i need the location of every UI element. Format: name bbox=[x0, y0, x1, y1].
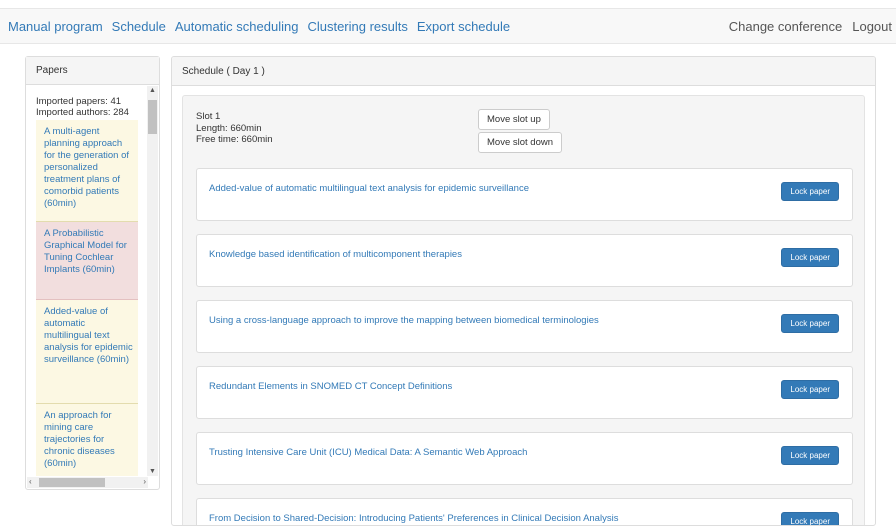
slot-container: Slot 1 Length: 660min Free time: 660min … bbox=[182, 95, 865, 525]
move-slot-up-button[interactable]: Move slot up bbox=[478, 109, 550, 130]
vertical-scroll-thumb[interactable] bbox=[148, 100, 157, 134]
papers-scroll-area[interactable]: Imported papers: 41 Imported authors: 28… bbox=[26, 86, 159, 476]
papers-vertical-scrollbar[interactable]: ▲ ▼ bbox=[147, 86, 158, 476]
scheduled-paper-row: Using a cross-language approach to impro… bbox=[196, 300, 853, 353]
paper-list: A multi-agent planning approach for the … bbox=[36, 120, 138, 476]
scheduled-paper-row: Redundant Elements in SNOMED CT Concept … bbox=[196, 366, 853, 419]
scheduled-paper-row: Trusting Intensive Care Unit (ICU) Medic… bbox=[196, 432, 853, 485]
slot-info: Slot 1 Length: 660min Free time: 660min bbox=[196, 111, 273, 146]
paper-card[interactable]: A Probabilistic Graphical Model for Tuni… bbox=[36, 222, 138, 300]
slot-name: Slot 1 bbox=[196, 111, 221, 122]
scheduled-paper-title[interactable]: Knowledge based identification of multic… bbox=[209, 249, 462, 260]
nav-schedule[interactable]: Schedule bbox=[112, 19, 166, 34]
slot-free-time: Free time: 660min bbox=[196, 134, 273, 145]
papers-info: Imported papers: 41 Imported authors: 28… bbox=[36, 96, 129, 118]
top-navbar: Manual program Schedule Automatic schedu… bbox=[0, 8, 896, 44]
move-slot-down-button[interactable]: Move slot down bbox=[478, 132, 563, 153]
scheduled-paper-row: Knowledge based identification of multic… bbox=[196, 234, 853, 287]
scheduled-paper-row: From Decision to Shared-Decision: Introd… bbox=[196, 498, 853, 525]
nav-left: Manual program Schedule Automatic schedu… bbox=[8, 9, 519, 43]
nav-right: Change conference Logout bbox=[719, 9, 892, 43]
scheduled-paper-title[interactable]: From Decision to Shared-Decision: Introd… bbox=[209, 513, 618, 524]
papers-horizontal-scrollbar[interactable]: ‹ › bbox=[27, 477, 148, 488]
papers-panel-title: Papers bbox=[26, 57, 159, 85]
paper-card[interactable]: An approach for mining care trajectories… bbox=[36, 404, 138, 476]
nav-logout[interactable]: Logout bbox=[852, 19, 892, 34]
scroll-up-icon[interactable]: ▲ bbox=[149, 87, 156, 94]
scroll-down-icon[interactable]: ▼ bbox=[149, 468, 156, 475]
lock-paper-button[interactable]: Lock paper bbox=[781, 314, 839, 333]
nav-manual-program[interactable]: Manual program bbox=[8, 19, 103, 34]
scheduled-paper-title[interactable]: Trusting Intensive Care Unit (ICU) Medic… bbox=[209, 447, 527, 458]
imported-papers-count: Imported papers: 41 bbox=[36, 96, 122, 107]
papers-panel: Papers Imported papers: 41 Imported auth… bbox=[25, 56, 160, 490]
scroll-left-icon[interactable]: ‹ bbox=[29, 477, 32, 486]
horizontal-scroll-thumb[interactable] bbox=[39, 478, 105, 487]
nav-clustering-results[interactable]: Clustering results bbox=[307, 19, 407, 34]
paper-card[interactable]: A multi-agent planning approach for the … bbox=[36, 120, 138, 222]
lock-paper-button[interactable]: Lock paper bbox=[781, 380, 839, 399]
scroll-right-icon[interactable]: › bbox=[143, 477, 146, 486]
imported-authors-count: Imported authors: 284 bbox=[36, 107, 129, 118]
scheduled-paper-row: Added-value of automatic multilingual te… bbox=[196, 168, 853, 221]
nav-automatic-scheduling[interactable]: Automatic scheduling bbox=[175, 19, 299, 34]
nav-export-schedule[interactable]: Export schedule bbox=[417, 19, 510, 34]
paper-card[interactable]: Added-value of automatic multilingual te… bbox=[36, 300, 138, 404]
slot-length: Length: 660min bbox=[196, 122, 262, 134]
nav-change-conference[interactable]: Change conference bbox=[729, 19, 842, 34]
schedule-panel: Schedule ( Day 1 ) Slot 1 Length: 660min… bbox=[171, 56, 876, 526]
lock-paper-button[interactable]: Lock paper bbox=[781, 512, 839, 525]
lock-paper-button[interactable]: Lock paper bbox=[781, 248, 839, 267]
scheduled-paper-title[interactable]: Redundant Elements in SNOMED CT Concept … bbox=[209, 381, 452, 392]
scheduled-paper-title[interactable]: Added-value of automatic multilingual te… bbox=[209, 183, 529, 194]
lock-paper-button[interactable]: Lock paper bbox=[781, 182, 839, 201]
lock-paper-button[interactable]: Lock paper bbox=[781, 446, 839, 465]
schedule-panel-title: Schedule ( Day 1 ) bbox=[172, 57, 875, 86]
scheduled-paper-title[interactable]: Using a cross-language approach to impro… bbox=[209, 315, 599, 326]
